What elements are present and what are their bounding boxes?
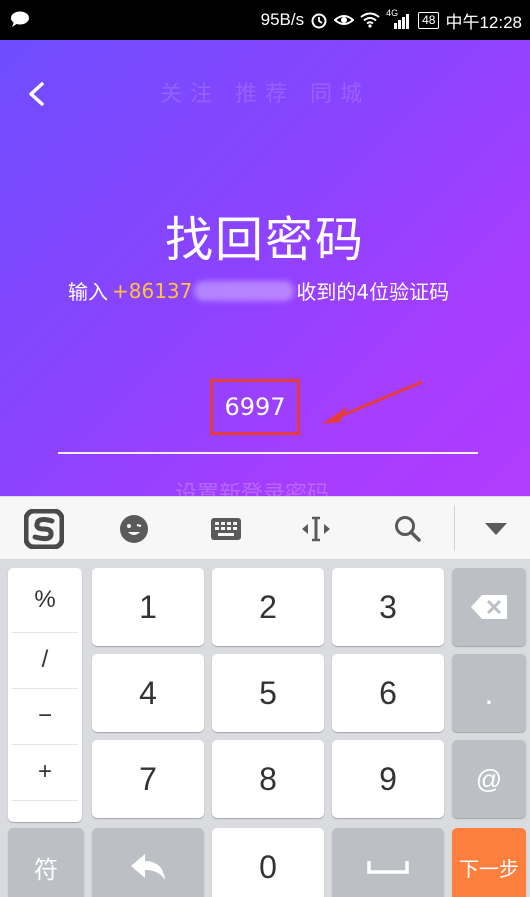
key-3[interactable]: 3 — [332, 568, 444, 646]
wifi-icon — [360, 12, 380, 28]
symbol-key-minus[interactable]: − — [8, 688, 82, 744]
key-4[interactable]: 4 — [92, 654, 204, 732]
annotation-arrow-icon — [322, 380, 423, 424]
signal-icon: 4G — [386, 8, 412, 29]
eye-icon — [334, 15, 355, 25]
collapse-keyboard-icon[interactable] — [470, 497, 522, 561]
key-6[interactable]: 6 — [332, 654, 444, 732]
return-arrow-icon — [131, 854, 165, 880]
backspace-icon — [471, 595, 507, 619]
clock: 中午12:28 — [445, 12, 522, 32]
space-bar-icon — [367, 861, 409, 874]
symbol-key-percent[interactable]: % — [8, 572, 82, 628]
next-step-button[interactable]: 下一步 — [452, 828, 526, 897]
dot-key[interactable]: . — [452, 654, 526, 732]
space-key[interactable] — [332, 828, 444, 897]
return-key[interactable] — [92, 828, 204, 897]
search-icon[interactable] — [380, 497, 436, 561]
phone-number: +86137 — [112, 278, 193, 303]
key-0[interactable]: 0 — [212, 828, 324, 897]
key-7[interactable]: 7 — [92, 740, 204, 818]
key-2[interactable]: 2 — [212, 568, 324, 646]
alarm-icon — [311, 13, 327, 29]
numeric-keypad: % / − + 1 2 3 4 5 6 . 7 8 9 @ 符 0 下一步 — [0, 560, 530, 897]
chat-bubble-icon — [11, 11, 29, 27]
symbol-divider — [12, 800, 78, 801]
key-1[interactable]: 1 — [92, 568, 204, 646]
symbol-column[interactable]: % / − + — [8, 568, 82, 822]
key-5[interactable]: 5 — [212, 654, 324, 732]
status-bar: 95B/s 4G 48 中午12:28 — [0, 0, 530, 40]
find-password-panel: 关注 推荐 同城 设置新登录密码 找回密码 输入 +86137 收到的4位验证码… — [0, 40, 530, 496]
code-input-underline — [58, 452, 478, 454]
key-9[interactable]: 9 — [332, 740, 444, 818]
toolbar-divider — [454, 505, 455, 551]
cursor-move-icon[interactable] — [288, 497, 344, 561]
masked-phone-digits — [194, 280, 295, 301]
verification-code-input[interactable]: 6997 — [210, 379, 300, 435]
verify-suffix: 收到的4位验证码 — [296, 280, 450, 304]
at-key[interactable]: @ — [452, 740, 526, 818]
back-arrow-icon[interactable] — [22, 78, 52, 110]
backspace-key[interactable] — [452, 568, 526, 646]
page-title: 找回密码 — [164, 212, 365, 268]
battery-icon: 48 — [418, 11, 440, 29]
network-speed: 95B/s — [260, 10, 305, 29]
verify-prefix: 输入 — [68, 280, 108, 304]
symbols-key[interactable]: 符 — [8, 828, 84, 897]
emoji-icon[interactable] — [106, 497, 162, 561]
keyboard-icon[interactable] — [198, 497, 254, 561]
sogou-logo-icon[interactable] — [16, 497, 72, 561]
keyboard-toolbar — [0, 496, 530, 560]
background-tabs-text: 关注 推荐 同城 — [160, 82, 370, 107]
symbol-key-plus[interactable]: + — [8, 744, 82, 800]
symbol-key-slash[interactable]: / — [8, 632, 82, 688]
key-8[interactable]: 8 — [212, 740, 324, 818]
next-field-placeholder: 设置新登录密码 — [175, 482, 330, 496]
verify-instructions: 输入 +86137 收到的4位验证码 — [68, 276, 449, 305]
